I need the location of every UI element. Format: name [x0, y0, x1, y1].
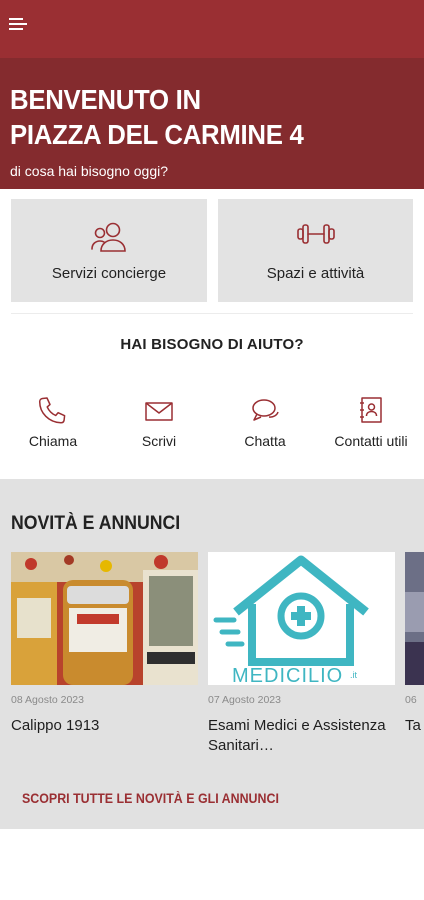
news-card-title: Esami Medici e Assistenza Sanitari… [208, 717, 386, 754]
news-card-image [11, 552, 198, 685]
action-label: Scrivi [141, 433, 177, 449]
news-card[interactable]: 06 Ta [405, 552, 424, 767]
news-card-title: Calippo 1913 [11, 717, 100, 734]
phone-icon [38, 397, 66, 424]
chat-action[interactable]: Chatta [220, 396, 310, 449]
action-label: Chatta [244, 433, 286, 449]
news-title: NOVITÀ E ANNUNCI [11, 513, 181, 534]
mail-icon [145, 402, 173, 421]
news-card-title: Ta [405, 717, 421, 734]
divider [11, 313, 413, 314]
medicilio-logo-text: MEDICILIO [232, 665, 343, 685]
chat-icon [252, 399, 279, 421]
dumbbell-icon [296, 224, 335, 244]
hamburger-icon[interactable] [9, 18, 29, 36]
news-card-image [405, 552, 424, 685]
hero-title: BENVENUTO IN PIAZZA DEL CARMINE 4 [10, 82, 304, 152]
news-card[interactable]: MEDICILIO .it 07 Agosto 2023 Esami Medic… [208, 552, 395, 767]
top-bar [0, 0, 424, 58]
hero-title-line-1: BENVENUTO IN [10, 84, 201, 115]
hero-title-line-2: PIAZZA DEL CARMINE 4 [10, 119, 304, 150]
action-label: Chiama [28, 433, 78, 449]
news-card-date: 08 Agosto 2023 [11, 694, 84, 706]
users-icon [91, 222, 126, 252]
all-news-link[interactable]: SCOPRI TUTTE LE NOVITÀ E GLI ANNUNCI [22, 791, 279, 806]
contacts-book-icon [360, 397, 382, 423]
medicilio-logo-suffix: .it [350, 670, 358, 680]
help-title: HAI BISOGNO DI AIUTO? [120, 336, 304, 353]
news-card[interactable]: 08 Agosto 2023 Calippo 1913 [11, 552, 198, 767]
news-card-date: 06 [405, 694, 417, 706]
tile-servizi-concierge[interactable]: Servizi concierge [11, 199, 207, 302]
contacts-action[interactable]: Contatti utili [326, 396, 416, 449]
news-section: NOVITÀ E ANNUNCI 08 Agosto 2023 Calippo … [0, 479, 424, 829]
hero-banner: BENVENUTO IN PIAZZA DEL CARMINE 4 di cos… [0, 58, 424, 189]
action-label: Contatti utili [334, 433, 408, 449]
tile-label: Spazi e attività [266, 265, 365, 282]
news-card-image: MEDICILIO .it [208, 552, 395, 685]
call-action[interactable]: Chiama [8, 396, 98, 449]
hero-subtitle: di cosa hai bisogno oggi? [10, 163, 169, 179]
write-action[interactable]: Scrivi [114, 396, 204, 449]
tile-spazi-attivita[interactable]: Spazi e attività [218, 199, 413, 302]
tile-label: Servizi concierge [51, 265, 167, 282]
news-card-date: 07 Agosto 2023 [208, 694, 281, 706]
